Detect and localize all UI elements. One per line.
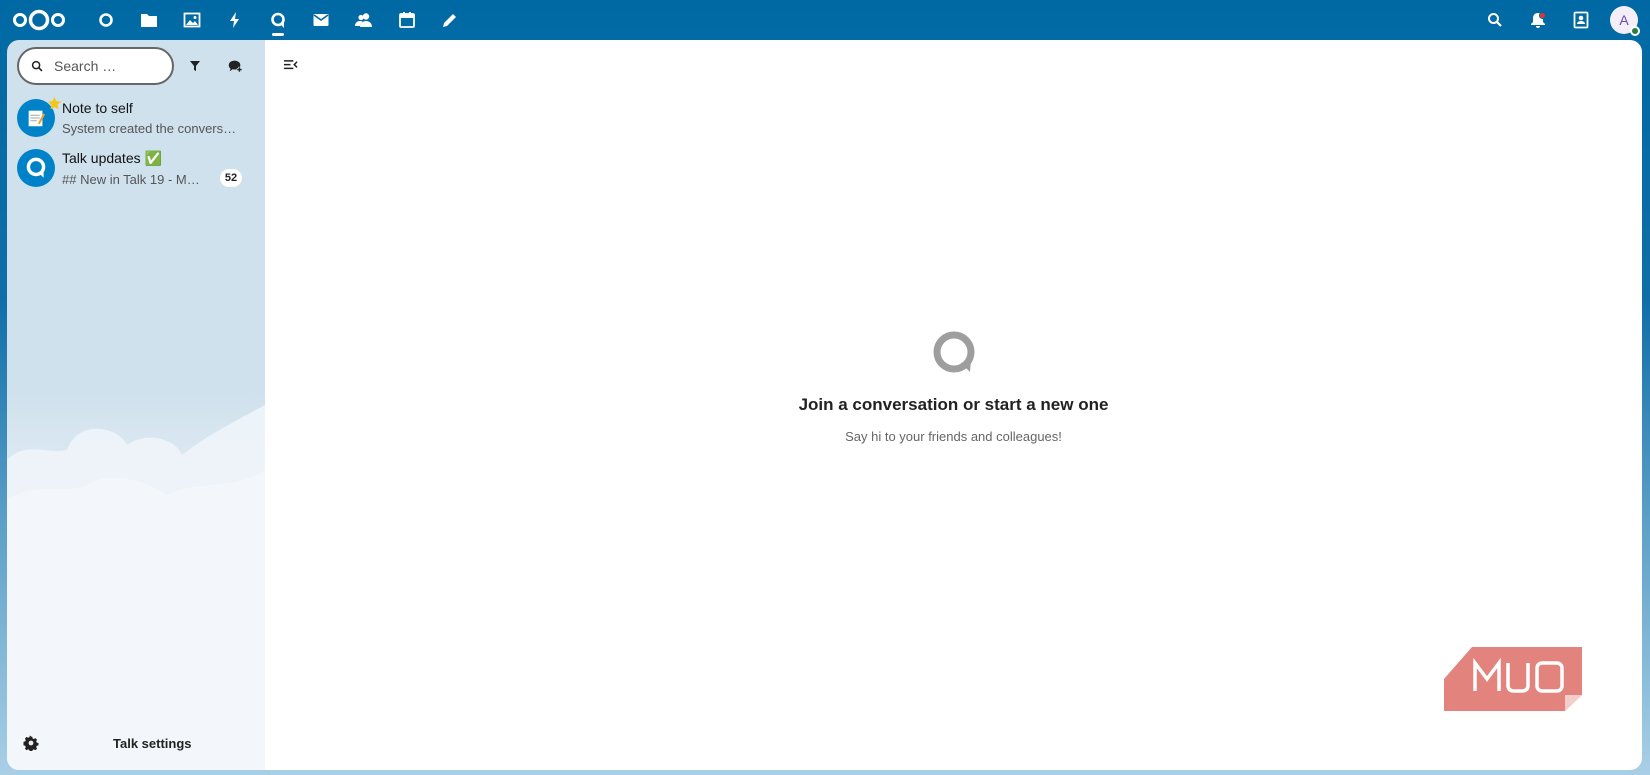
empty-state-title: Join a conversation or start a new one xyxy=(798,395,1109,414)
unread-counter-badge: 52 xyxy=(220,169,242,187)
nextcloud-logo[interactable] xyxy=(12,8,66,32)
conversation-list: Note to self System created the conversa… xyxy=(17,92,257,194)
user-avatar[interactable]: A xyxy=(1610,6,1640,36)
talk-settings-button[interactable]: Talk settings xyxy=(17,728,257,758)
talk-logo-icon xyxy=(26,157,46,178)
conversation-sidebar: Note to self System created the conversa… xyxy=(7,40,265,770)
conversation-item-talk-updates[interactable]: Talk updates ✅ ## New in Talk 19 - Menti… xyxy=(17,142,257,194)
new-chat-icon xyxy=(228,60,243,73)
header-right: A xyxy=(1473,0,1640,40)
gear-icon xyxy=(23,735,39,751)
contacts-icon[interactable] xyxy=(342,0,385,40)
photos-icon[interactable] xyxy=(170,0,213,40)
talk-icon[interactable] xyxy=(256,0,299,40)
talk-empty-icon xyxy=(933,331,974,373)
dashboard-icon[interactable] xyxy=(84,0,127,40)
conversation-name: Talk updates ✅ xyxy=(62,149,162,166)
app-content: Note to self System created the conversa… xyxy=(7,40,1642,770)
favorite-star-icon xyxy=(48,97,61,110)
search-input[interactable] xyxy=(54,58,164,74)
calendar-icon[interactable] xyxy=(385,0,428,40)
empty-state-subtitle: Say hi to your friends and colleagues! xyxy=(845,429,1062,444)
main-content: Join a conversation or start a new one S… xyxy=(265,40,1642,770)
conversation-avatar xyxy=(17,149,55,187)
empty-state: Join a conversation or start a new one S… xyxy=(265,330,1642,444)
cloud-background xyxy=(7,405,265,770)
online-status-indicator xyxy=(1630,26,1640,36)
sidebar-toolbar xyxy=(17,47,257,85)
conversation-name: Note to self xyxy=(62,100,133,116)
conversation-last-message: ## New in Talk 19 - Mentions xyxy=(62,171,204,187)
toggle-sidebar-button[interactable] xyxy=(279,54,301,76)
talk-settings-label: Talk settings xyxy=(113,735,192,751)
contacts-menu-icon[interactable] xyxy=(1559,0,1602,40)
notifications-icon[interactable] xyxy=(1516,0,1559,40)
conversation-avatar xyxy=(17,97,61,137)
files-icon[interactable] xyxy=(127,0,170,40)
filter-button[interactable] xyxy=(175,47,215,85)
filter-icon xyxy=(190,61,200,71)
search-icon xyxy=(31,60,43,72)
muo-watermark-logo xyxy=(1444,647,1582,711)
activity-icon[interactable] xyxy=(213,0,256,40)
menu-collapse-icon xyxy=(283,59,298,69)
search-icon[interactable] xyxy=(1473,0,1516,40)
notes-icon[interactable] xyxy=(428,0,471,40)
notification-dot xyxy=(1539,12,1546,19)
conversation-last-message: System created the conversation xyxy=(62,121,237,136)
conversation-search[interactable] xyxy=(17,47,174,85)
top-header: A xyxy=(0,0,1650,40)
app-menu xyxy=(84,0,471,40)
mail-icon[interactable] xyxy=(299,0,342,40)
new-conversation-button[interactable] xyxy=(215,47,255,85)
conversation-item-note-to-self[interactable]: Note to self System created the conversa… xyxy=(17,92,257,144)
avatar-initial: A xyxy=(1619,12,1629,28)
memo-icon xyxy=(28,110,46,127)
